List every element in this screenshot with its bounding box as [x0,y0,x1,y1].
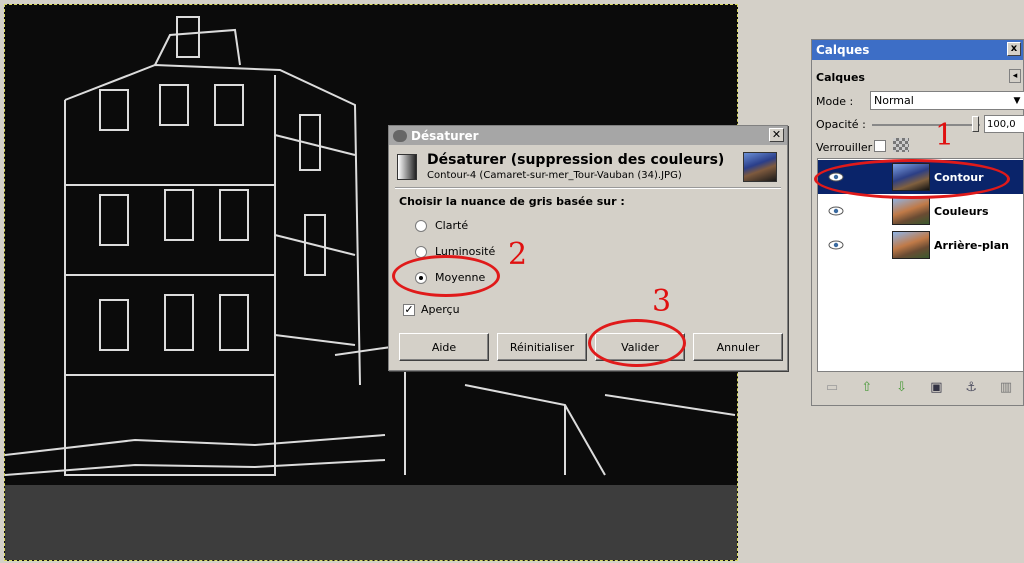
anchor-layer-icon[interactable]: ⚓ [963,380,979,395]
layer-row-couleurs[interactable]: Couleurs [818,194,1023,228]
lower-layer-icon[interactable]: ⇩ [894,380,910,395]
mode-label: Mode : [816,95,854,108]
annotation-ellipse-2 [392,255,500,297]
layers-heading: Calques [816,71,865,84]
opacity-label: Opacité : [816,118,866,131]
mode-value: Normal [874,94,914,107]
layer-name: Arrière-plan [934,238,1009,252]
dialog-subheading: Contour-4 (Camaret-sur-mer_Tour-Vauban (… [427,170,682,181]
preview-label: Aperçu [421,303,460,316]
radio-label: Clarté [435,219,469,232]
annotation-ellipse-3 [588,319,686,367]
opacity-value-input[interactable]: 100,0 [984,115,1024,133]
preview-toggle[interactable]: ✓ Aperçu [403,303,460,316]
close-icon[interactable]: x [1007,42,1021,56]
layer-row-arriere-plan[interactable]: Arrière-plan [818,228,1023,262]
layers-footer-toolbar: ▭ ⇧ ⇩ ▣ ⚓ ▥ [816,377,1022,397]
opacity-slider[interactable] [872,124,980,126]
lock-alpha-icon[interactable] [893,138,909,152]
layer-name: Couleurs [934,204,989,218]
cancel-button[interactable]: Annuler [693,333,783,361]
duplicate-layer-icon[interactable]: ▣ [928,380,944,395]
image-thumbnail [743,152,777,182]
checkbox-checked[interactable]: ✓ [403,303,415,316]
layers-window-title: Calques [816,43,870,57]
desaturate-dialog: Désaturer ✕ Désaturer (suppression des c… [388,125,788,371]
layer-thumbnail [892,231,930,259]
dialog-title: Désaturer [411,128,479,143]
visibility-eye-icon[interactable] [828,206,844,216]
delete-layer-icon[interactable]: ▥ [998,380,1014,395]
radio-lightness[interactable]: Clarté [415,219,468,232]
desaturate-icon [397,154,417,180]
lock-label: Verrouiller : [816,141,880,154]
mode-select[interactable]: Normal ▼ [870,91,1024,110]
radio-button[interactable] [415,219,427,232]
raise-layer-icon[interactable]: ⇧ [859,380,875,395]
visibility-eye-icon[interactable] [828,240,844,250]
annotation-ellipse-1 [814,159,1010,199]
layers-panel: Calques x Calques ◂ Mode : Normal ▼ Opac… [811,39,1024,406]
chevron-down-icon: ▼ [1013,95,1021,106]
dialog-header: Désaturer (suppression des couleurs) Con… [397,152,781,184]
tab-menu-icon[interactable]: ◂ [1009,69,1021,83]
separator [395,187,781,189]
dialog-titlebar[interactable]: Désaturer ✕ [389,126,787,145]
annotation-number-3: 3 [652,284,672,319]
opacity-slider-handle[interactable] [972,116,979,132]
layer-thumbnail [892,197,930,225]
help-button[interactable]: Aide [399,333,489,361]
dialog-heading: Désaturer (suppression des couleurs) [427,152,725,168]
layers-titlebar[interactable]: Calques x [812,40,1023,60]
new-layer-icon[interactable]: ▭ [824,380,840,395]
annotation-number-1: 1 [935,118,955,153]
grayscale-prompt: Choisir la nuance de gris basée sur : [399,195,625,208]
reset-button[interactable]: Réinitialiser [497,333,587,361]
gimp-icon [393,129,407,142]
lock-checkbox[interactable] [874,140,886,152]
close-icon[interactable]: ✕ [769,128,784,142]
annotation-number-2: 2 [508,237,528,272]
